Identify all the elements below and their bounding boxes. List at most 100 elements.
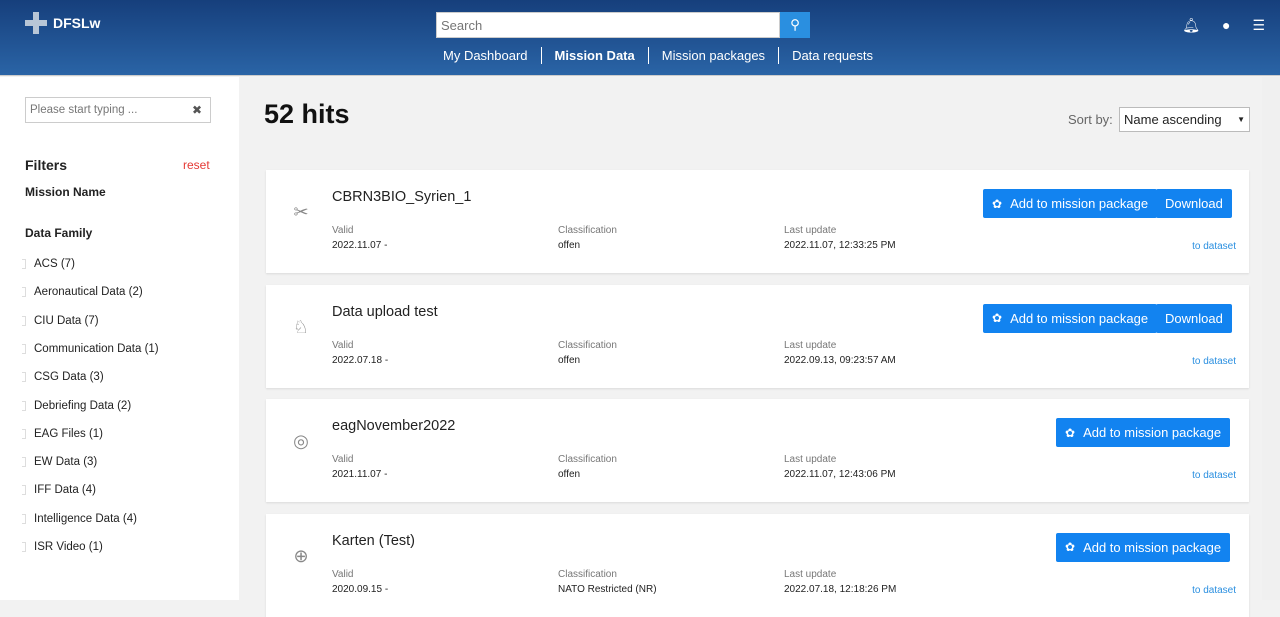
classification-label: Classification	[558, 339, 617, 351]
clear-icon[interactable]: ✖	[192, 103, 202, 117]
family-label: Debriefing Data (2)	[34, 399, 132, 412]
last-update-value: 2022.11.07, 12:33:25 PM	[784, 240, 896, 251]
result-title[interactable]: eagNovember2022	[332, 418, 455, 434]
family-checkbox[interactable]: ISR Video (1)	[22, 541, 103, 553]
checkbox[interactable]	[22, 513, 26, 524]
data-family-filter: Data Family	[25, 226, 93, 240]
checkbox[interactable]	[22, 542, 26, 552]
checkbox[interactable]	[22, 400, 26, 411]
valid-value: 2021.11.07 -	[332, 469, 388, 480]
classification-label: Classification	[558, 568, 617, 580]
user-icon[interactable]: ●	[1222, 17, 1230, 34]
sort-select[interactable]: Name ascending ▼	[1119, 107, 1250, 132]
download-button[interactable]: Download	[1156, 189, 1232, 218]
family-label: IFF Data (4)	[34, 484, 96, 497]
sort-label: Sort by:	[1068, 112, 1113, 127]
classification-value: offen	[558, 469, 581, 480]
family-checkbox[interactable]: Communication Data (1)	[22, 343, 159, 355]
classification-label: Classification	[558, 454, 617, 465]
scrollbar[interactable]	[1262, 77, 1280, 600]
add-to-mission-package-button[interactable]: ✿ Add to mission package	[1056, 418, 1231, 447]
radar-icon: ◎	[293, 431, 309, 451]
checkbox[interactable]	[22, 485, 26, 496]
hits-count: 52 hits	[264, 99, 350, 129]
last-update-value: 2022.11.07, 12:43:06 PM	[784, 469, 896, 480]
valid-label: Valid	[332, 339, 354, 351]
search-input[interactable]	[436, 12, 780, 38]
family-label: EAG Files (1)	[34, 427, 104, 440]
add-to-mission-package-button[interactable]: ✿ Add to mission package	[1056, 532, 1231, 562]
to-dataset-link[interactable]: to dataset	[1192, 356, 1236, 367]
search-button[interactable]: ⚲	[780, 12, 810, 38]
bell-icon[interactable]: 🔔︎	[1182, 17, 1200, 34]
filters-title: Filters	[25, 157, 68, 173]
family-checkbox[interactable]: CIU Data (7)	[22, 315, 99, 327]
filter-sidebar: Please start typing ... ✖ Filters reset M…	[0, 77, 239, 600]
reset-link[interactable]: reset	[183, 158, 210, 172]
checkbox[interactable]	[22, 287, 26, 298]
family-checkbox[interactable]: CSG Data (3)	[22, 371, 104, 383]
family-label: CSG Data (3)	[34, 371, 104, 384]
family-checkbox[interactable]: Intelligence Data (4)	[22, 513, 137, 525]
add-to-mission-package-button[interactable]: ✿ Add to mission package	[983, 189, 1158, 218]
to-dataset-link[interactable]: to dataset	[1192, 241, 1236, 252]
checkbox[interactable]	[22, 259, 26, 269]
last-update-value: 2022.07.18, 12:18:26 PM	[784, 583, 897, 595]
checkbox[interactable]	[22, 457, 26, 468]
family-checkbox[interactable]: ACS (7)	[22, 258, 75, 270]
caret-down-icon: ▼	[1237, 115, 1245, 124]
to-dataset-link[interactable]: to dataset	[1192, 470, 1236, 481]
family-label: ACS (7)	[34, 258, 75, 270]
classification-label: Classification	[558, 225, 617, 236]
search-icon: ⚲	[790, 17, 800, 32]
result-title[interactable]: Karten (Test)	[332, 533, 415, 549]
last-update-label: Last update	[784, 454, 837, 465]
nav-mission-data[interactable]: Mission Data	[542, 47, 649, 64]
checkbox[interactable]	[22, 428, 26, 439]
nav-mission-packages[interactable]: Mission packages	[649, 47, 780, 64]
valid-label: Valid	[332, 568, 354, 580]
result-title[interactable]: Data upload test	[332, 304, 438, 320]
family-label: Communication Data (1)	[34, 342, 159, 355]
family-label: ISR Video (1)	[34, 541, 103, 553]
sort-value: Name ascending	[1124, 112, 1222, 127]
to-dataset-link[interactable]: to dataset	[1192, 585, 1236, 596]
valid-label: Valid	[332, 454, 354, 465]
checkbox[interactable]	[22, 343, 26, 354]
family-checkbox[interactable]: Debriefing Data (2)	[22, 400, 131, 412]
mission-name-filter[interactable]: Mission Name	[25, 185, 106, 199]
family-label: Intelligence Data (4)	[34, 512, 137, 525]
family-checkbox[interactable]: IFF Data (4)	[22, 484, 96, 496]
classification-value: offen	[558, 354, 581, 366]
filter-input[interactable]: Please start typing ... ✖	[25, 97, 211, 123]
biohazard-diamond-icon: ✂	[293, 202, 309, 222]
menu-icon[interactable]: ☰	[1252, 17, 1265, 34]
valid-value: 2020.09.15 -	[332, 583, 389, 595]
top-header: DFSLw ⚲ My DashboardMission DataMission …	[0, 0, 1280, 76]
classification-value: NATO Restricted (NR)	[558, 583, 657, 595]
add-label: Add to mission package	[1010, 310, 1149, 326]
result-card: ⊕ Karten (Test) Valid 2020.09.15 - Classific…	[266, 513, 1249, 617]
checkbox[interactable]	[22, 315, 26, 326]
search-bar: ⚲	[436, 12, 810, 38]
family-checkbox[interactable]: EAG Files (1)	[22, 428, 103, 440]
add-label: Add to mission package	[1083, 425, 1222, 440]
package-icon: ✿	[1065, 425, 1076, 440]
checkbox[interactable]	[22, 372, 26, 383]
valid-label: Valid	[332, 225, 354, 236]
family-checkbox[interactable]: EW Data (3)	[22, 456, 97, 468]
valid-value: 2022.11.07 -	[332, 240, 388, 251]
result-title[interactable]: CBRN3BIO_Syrien_1	[332, 189, 471, 205]
brand-logo[interactable]: DFSLw	[25, 12, 100, 34]
download-button[interactable]: Download	[1156, 303, 1232, 333]
add-to-mission-package-button[interactable]: ✿ Add to mission package	[983, 303, 1158, 333]
family-label: Aeronautical Data (2)	[34, 286, 143, 299]
main-nav: My Dashboard Mission Data Mission packages…	[430, 47, 886, 64]
last-update-value: 2022.09.13, 09:23:57 AM	[784, 354, 896, 366]
nav-my-dashboard[interactable]: My Dashboard	[430, 47, 542, 64]
add-label: Add to mission package	[1010, 196, 1149, 211]
add-label: Add to mission package	[1083, 539, 1222, 555]
nav-data-requests[interactable]: Data requests	[779, 47, 886, 64]
family-checkbox[interactable]: Aeronautical Data (2)	[22, 286, 143, 298]
last-update-label: Last update	[784, 225, 837, 236]
